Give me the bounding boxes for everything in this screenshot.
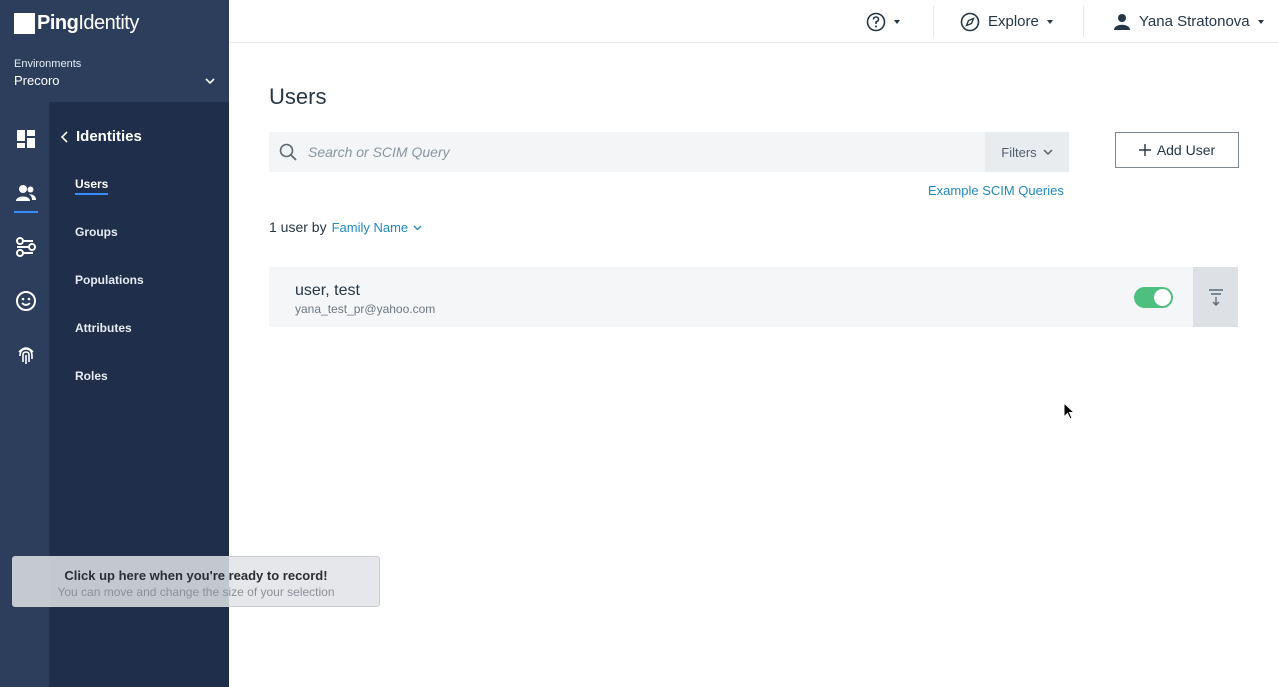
- logo-square: [14, 13, 35, 34]
- users-icon[interactable]: [13, 180, 39, 206]
- subnav-item-attributes[interactable]: Attributes: [75, 321, 132, 335]
- search-input[interactable]: [306, 143, 946, 161]
- mouse-cursor-icon: [1063, 402, 1076, 420]
- explore-label: Explore: [988, 13, 1039, 30]
- page-title: Users: [269, 84, 327, 109]
- subnav-item-users[interactable]: Users: [75, 177, 109, 195]
- environments-label: Environments: [14, 58, 82, 70]
- search-box[interactable]: [269, 132, 985, 172]
- compass-icon: [960, 12, 980, 31]
- connections-icon[interactable]: [13, 234, 39, 260]
- chevron-down-icon: [413, 225, 422, 230]
- user-row-name: user, test: [295, 282, 360, 299]
- chevron-down-icon[interactable]: [203, 74, 217, 88]
- filters-button[interactable]: Filters: [985, 132, 1069, 172]
- expand-details-icon: [1208, 289, 1223, 306]
- plus-icon: [1138, 144, 1151, 156]
- filters-label: Filters: [1001, 144, 1037, 160]
- divider: [1083, 6, 1084, 37]
- caret-down-icon: [1046, 19, 1053, 24]
- top-bar: Explore Yana Stratonova: [229, 0, 1278, 43]
- subnav-item-populations[interactable]: Populations: [75, 273, 144, 287]
- chevron-left-icon: [60, 130, 68, 143]
- user-row-email: yana_test_pr@yahoo.com: [295, 302, 436, 316]
- example-scim-queries-link[interactable]: Example SCIM Queries: [928, 183, 1064, 198]
- user-avatar-icon: [1114, 13, 1130, 30]
- brand-panel: PingIdentity Environments Precoro: [0, 0, 229, 102]
- user-name: Yana Stratonova: [1139, 13, 1250, 30]
- recorder-title: Click up here when you're ready to recor…: [64, 568, 328, 583]
- sort-label: Family Name: [331, 219, 409, 235]
- user-details-button[interactable]: [1193, 267, 1238, 327]
- environment-selector[interactable]: Precoro: [14, 73, 60, 88]
- caret-down-icon: [1257, 19, 1264, 24]
- help-circle-icon: [866, 12, 886, 31]
- fingerprint-icon[interactable]: [13, 342, 39, 368]
- explore-menu[interactable]: Explore: [960, 0, 1053, 43]
- ping-identity-logo[interactable]: PingIdentity: [14, 12, 139, 35]
- user-enabled-toggle[interactable]: [1134, 287, 1173, 308]
- subnav-item-roles[interactable]: Roles: [75, 369, 108, 383]
- user-count-text: 1 user by: [269, 219, 327, 235]
- logo-text: PingIdentity: [37, 12, 139, 34]
- experiences-icon[interactable]: [13, 288, 39, 314]
- user-count-row: 1 user by Family Name: [269, 219, 422, 235]
- chevron-down-icon: [1043, 149, 1053, 155]
- divider: [933, 6, 934, 37]
- recorder-subtitle: You can move and change the size of your…: [57, 585, 335, 599]
- help-menu[interactable]: [866, 0, 900, 43]
- add-user-label: Add User: [1156, 142, 1216, 158]
- sort-selector[interactable]: Family Name: [332, 220, 423, 235]
- toggle-knob: [1154, 289, 1171, 306]
- recorder-overlay[interactable]: Click up here when you're ready to recor…: [12, 556, 380, 607]
- subnav-back[interactable]: Identities: [60, 128, 142, 145]
- user-row[interactable]: user, test yana_test_pr@yahoo.com: [269, 267, 1193, 327]
- dashboard-icon[interactable]: [13, 126, 39, 152]
- rail-active-indicator: [14, 211, 38, 213]
- user-menu[interactable]: Yana Stratonova: [1113, 0, 1264, 43]
- search-icon: [279, 143, 297, 161]
- add-user-button[interactable]: Add User: [1115, 132, 1239, 168]
- subnav-item-groups[interactable]: Groups: [75, 225, 118, 239]
- subnav-title: Identities: [76, 128, 142, 145]
- caret-down-icon: [894, 19, 900, 24]
